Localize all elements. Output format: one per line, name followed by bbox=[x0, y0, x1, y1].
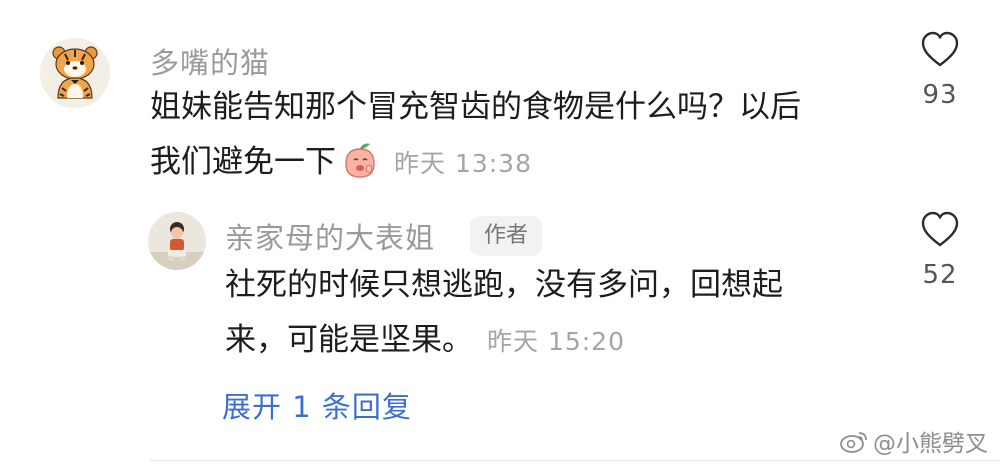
reply-username[interactable]: 亲家母的大表姐 bbox=[225, 215, 435, 257]
comment-time: 昨天 13:38 bbox=[394, 149, 532, 178]
comment-like[interactable]: 93 bbox=[905, 30, 975, 110]
tiger-avatar-icon[interactable] bbox=[40, 38, 110, 108]
like-count: 52 bbox=[922, 260, 958, 290]
heart-icon[interactable] bbox=[920, 210, 960, 250]
watermark-text: @小熊劈叉 bbox=[873, 431, 988, 457]
like-count: 93 bbox=[922, 80, 958, 110]
comment-text-line-2-content: 我们避免一下 bbox=[150, 144, 336, 180]
comment-text-line-1: 姐妹能告知那个冒充智齿的食物是什么吗？以后 bbox=[150, 89, 801, 125]
reply-text: 社死的时候只想逃跑，没有多问，回想起 来，可能是坚果。 昨天 15:20 bbox=[225, 258, 783, 369]
watermark: @小熊劈叉 bbox=[839, 424, 988, 458]
comment-username[interactable]: 多嘴的猫 bbox=[150, 40, 270, 82]
comment-text-line-2: 我们避免一下 昨天 13:38 bbox=[150, 135, 801, 191]
peach-emoji-icon bbox=[340, 140, 380, 180]
weibo-logo-icon bbox=[840, 432, 867, 453]
reply-text-line-2-content: 来，可能是坚果。 bbox=[225, 322, 473, 358]
author-badge: 作者 bbox=[470, 216, 543, 256]
divider bbox=[150, 460, 1000, 461]
reply-text-line-1: 社死的时候只想逃跑，没有多问，回想起 bbox=[225, 267, 783, 303]
reply-like[interactable]: 52 bbox=[905, 210, 975, 290]
expand-replies-link[interactable]: 展开 1 条回复 bbox=[222, 384, 412, 426]
heart-icon[interactable] bbox=[920, 30, 960, 70]
comment-text: 姐妹能告知那个冒充智齿的食物是什么吗？以后 我们避免一下 昨天 13:38 bbox=[150, 80, 801, 191]
child-photo-avatar[interactable] bbox=[148, 212, 206, 270]
reply-time: 昨天 15:20 bbox=[487, 327, 625, 356]
reply-text-line-2: 来，可能是坚果。 昨天 15:20 bbox=[225, 313, 783, 369]
